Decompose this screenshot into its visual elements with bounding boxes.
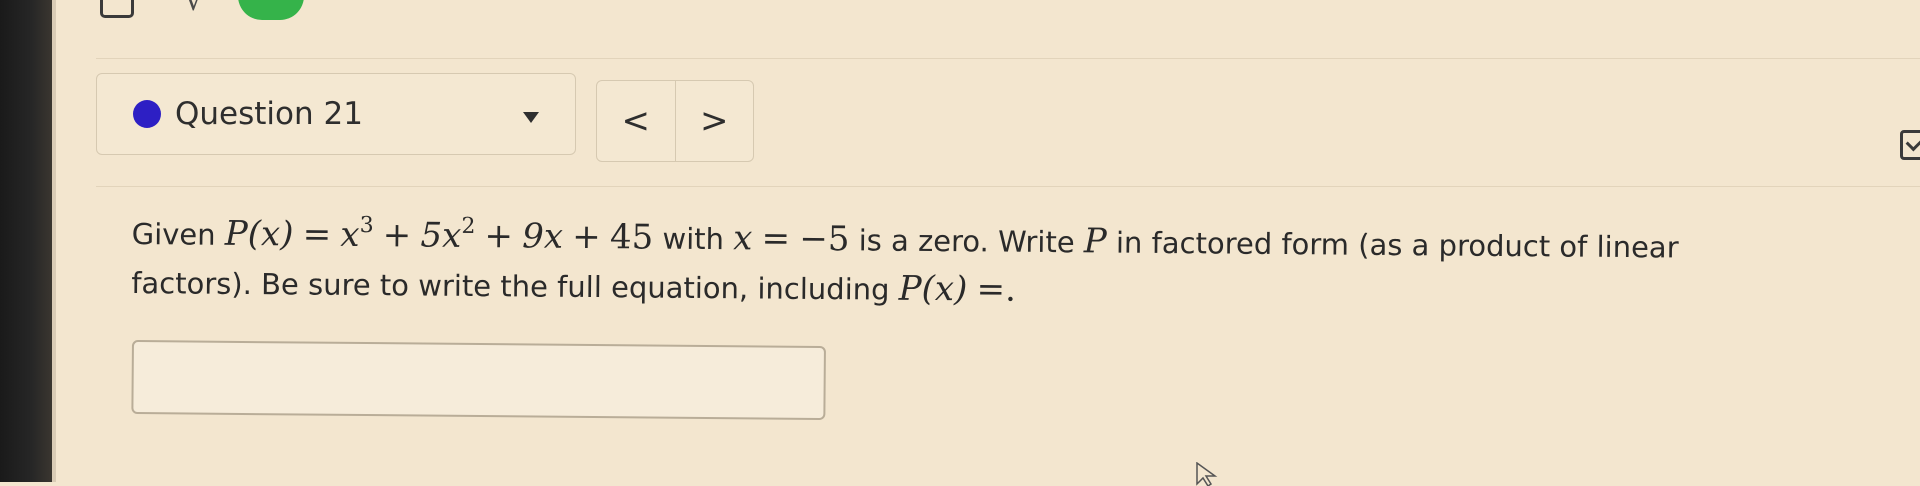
- math-exp2: 2: [461, 213, 476, 239]
- math-end-equals: =.: [976, 269, 1017, 310]
- math-x-var: x: [733, 218, 753, 259]
- question-text: Given P(x) = x3 + 5x2 + 9x + 45 with x =…: [131, 200, 1772, 321]
- math-5x: 5x: [420, 215, 462, 256]
- text-is-a-zero: is a zero. Write: [858, 223, 1075, 260]
- math-p-of-x-end: P(x): [898, 268, 968, 310]
- toolbar-divider: [96, 58, 1920, 59]
- answer-input[interactable]: [131, 340, 826, 421]
- question-status-dot: [133, 100, 161, 128]
- question-selector[interactable]: Question 21: [96, 73, 576, 155]
- math-x: x: [340, 214, 360, 255]
- toggle-switch[interactable]: [238, 0, 304, 20]
- math-exp3: 3: [359, 212, 374, 239]
- math-plus: +: [382, 215, 412, 256]
- math-9x: 9x: [522, 216, 564, 257]
- math-plus: +: [484, 216, 514, 257]
- math-zero-value: −5: [799, 218, 850, 260]
- prev-question-button[interactable]: <: [597, 81, 675, 161]
- question-selector-label: Question 21: [175, 96, 363, 132]
- math-plus: +: [572, 216, 601, 258]
- caret-down-icon: [523, 111, 539, 123]
- bezel-edge: [52, 0, 56, 482]
- math-p: P: [1083, 221, 1107, 262]
- math-equals: =: [302, 214, 332, 255]
- next-question-button[interactable]: >: [674, 81, 754, 161]
- sqrt-icon[interactable]: √: [185, 0, 204, 16]
- mouse-cursor-icon: [1196, 462, 1218, 486]
- text-given: Given: [131, 216, 216, 252]
- question-nav: < >: [596, 80, 754, 162]
- text-with: with: [662, 221, 725, 257]
- question-divider: [96, 186, 1920, 187]
- math-45: 45: [609, 217, 654, 258]
- checkbox-icon[interactable]: [1900, 130, 1920, 160]
- screen-bezel: [0, 0, 52, 482]
- math-equals: =: [761, 218, 791, 259]
- math-p-of-x: P(x): [224, 213, 294, 255]
- calculator-icon[interactable]: [100, 0, 134, 18]
